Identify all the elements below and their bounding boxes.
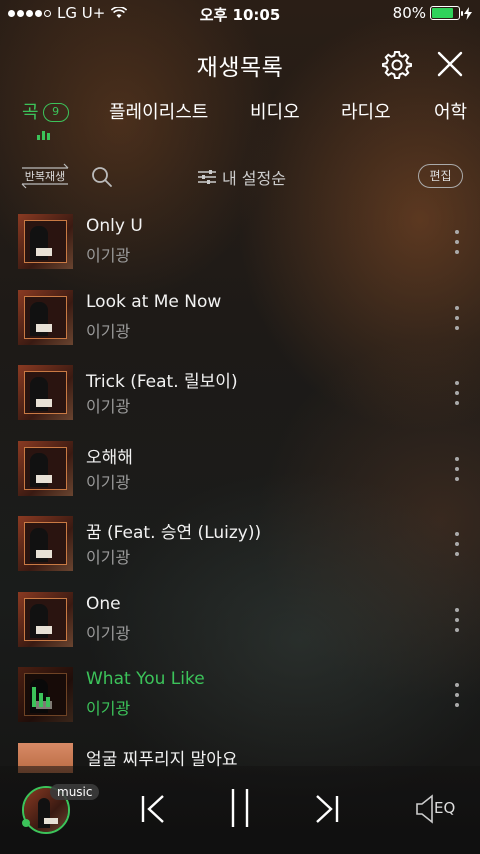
sort-selector[interactable]: 내 설정순 [198,165,286,189]
more-options-icon[interactable] [452,532,462,556]
music-badge: music [50,784,100,800]
speaker-icon[interactable] [415,793,435,825]
playing-equalizer-icon [32,683,50,707]
song-artist: 이기광 [86,623,131,643]
pause-icon[interactable] [229,787,251,829]
album-cover [18,440,73,496]
song-row[interactable]: One 이기광 [0,591,480,652]
more-options-icon[interactable] [452,456,462,481]
playlist-screen: LG U+ 오후 10:05 80% 재생목록 곡9 플레이리스트 비디오 라디… [0,0,480,854]
song-row[interactable]: What You Like 이기광 [0,667,480,727]
song-title: One [86,593,121,614]
song-title: What You Like [86,669,205,689]
charging-bolt-icon [464,6,472,20]
song-row[interactable]: 꿈 (Feat. 승연 (Luizy)) 이기광 [0,516,480,576]
tab-video[interactable]: 비디오 [250,98,300,124]
battery-group: 80% [393,4,472,22]
eq-button[interactable]: EQ [434,799,455,817]
gear-icon[interactable] [382,50,412,80]
previous-track-icon[interactable] [140,794,166,824]
album-cover [18,214,73,269]
mini-player: music EQ [0,766,480,854]
song-title: Trick (Feat. 릴보이) [86,372,238,392]
song-artist: 이기광 [86,246,131,265]
album-cover [18,516,73,571]
song-title: 꿈 (Feat. 승연 (Luizy)) [86,523,262,543]
song-row[interactable]: 오해해이기광 [0,440,480,501]
more-options-icon[interactable] [452,381,462,405]
status-bar: LG U+ 오후 10:05 80% [0,0,480,28]
now-playing-equalizer-icon [37,130,50,140]
more-options-icon[interactable] [452,683,462,707]
song-artist: 이기광 [86,321,131,341]
playing-indicator-dot [22,819,30,827]
more-options-icon[interactable] [452,607,462,632]
tab-language[interactable]: 어학 [434,98,467,124]
repeat-label: 반복재생 [24,170,66,183]
song-count-badge: 9 [42,103,69,122]
album-cover [18,591,73,647]
tab-songs[interactable]: 곡9 [22,98,69,124]
song-row[interactable]: Only U 이기광 [0,214,480,274]
song-artist: 이기광 [86,472,131,492]
album-cover [18,667,73,722]
song-artist: 이기광 [86,699,131,718]
sliders-icon [198,170,216,184]
search-icon[interactable] [90,165,114,189]
repeat-button[interactable]: 반복재생 [18,162,72,190]
album-cover [18,289,73,345]
more-options-icon[interactable] [452,230,462,254]
song-artist: 이기광 [86,397,131,416]
song-title: Look at Me Now [86,291,222,312]
edit-button[interactable]: 편집 [418,164,463,188]
song-row[interactable]: Look at Me Now 이기광 [0,289,480,350]
song-artist: 이기광 [86,548,131,567]
more-options-icon[interactable] [452,305,462,330]
tab-bar: 곡9 플레이리스트 비디오 라디오 어학 [0,98,480,138]
battery-percent: 80% [392,4,426,22]
song-title: 오해해 [86,447,133,468]
song-row[interactable]: Trick (Feat. 릴보이) 이기광 [0,365,480,425]
tab-playlist[interactable]: 플레이리스트 [109,98,208,124]
album-cover [18,365,73,420]
tab-radio[interactable]: 라디오 [341,98,391,124]
close-icon[interactable] [436,50,464,78]
sort-label: 내 설정순 [222,169,286,188]
next-track-icon[interactable] [314,794,340,824]
tab-songs-label: 곡 [22,102,39,123]
song-title: Only U [86,216,143,236]
battery-icon [430,6,463,20]
